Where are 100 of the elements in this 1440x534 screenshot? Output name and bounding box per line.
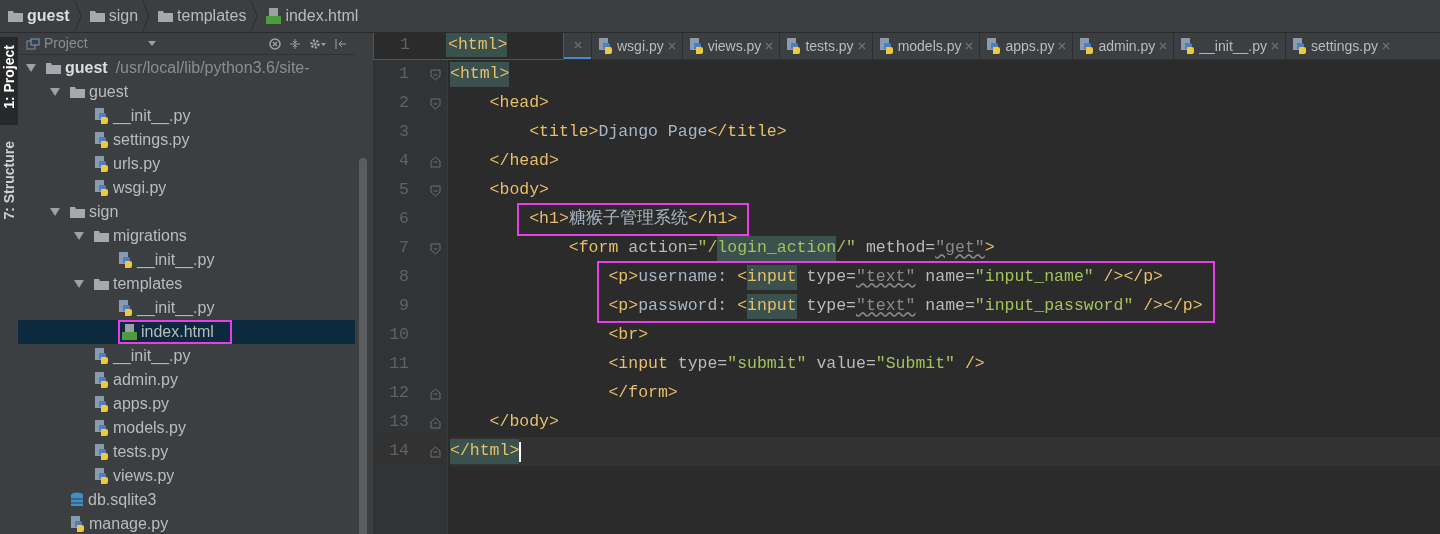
file-name: migrations xyxy=(113,226,187,246)
fold-marker-icon[interactable] xyxy=(429,242,441,255)
file-name: settings.py xyxy=(113,130,190,150)
breadcrumb-item[interactable]: guest xyxy=(27,4,70,28)
line-number: 1 xyxy=(399,33,411,56)
code-line: </body> xyxy=(488,411,560,434)
code-line: <input type="submit" value="Submit" /> xyxy=(607,353,986,376)
hide-panel-icon[interactable] xyxy=(335,37,347,50)
close-icon[interactable] xyxy=(1381,42,1390,50)
tree-item[interactable]: __init__.py xyxy=(18,296,355,320)
tool-window-tab[interactable]: 7: Structure xyxy=(0,132,18,236)
tree-item[interactable]: tests.py xyxy=(18,440,355,464)
tree-item[interactable]: models.py xyxy=(18,416,355,440)
close-icon[interactable] xyxy=(1058,42,1067,50)
tree-item[interactable]: sign xyxy=(18,200,355,224)
fold-marker-icon[interactable] xyxy=(429,97,441,110)
tree-item[interactable]: index.html xyxy=(18,320,355,344)
tree-item[interactable]: __init__.py xyxy=(18,248,355,272)
breadcrumb-item[interactable]: index.html xyxy=(285,4,359,28)
tree-item[interactable]: __init__.py xyxy=(18,344,355,368)
tree-item[interactable]: __init__.py xyxy=(18,104,355,128)
python-file-icon xyxy=(1079,38,1095,54)
python-file-icon xyxy=(1180,38,1196,54)
breadcrumb-item[interactable]: sign xyxy=(108,4,139,28)
file-name: urls.py xyxy=(113,154,161,174)
file-name: guest xyxy=(89,82,129,102)
expand-arrow-icon[interactable] xyxy=(26,64,36,72)
code-line: <br> xyxy=(607,324,650,347)
file-name: __init__.py xyxy=(113,106,191,127)
close-icon[interactable] xyxy=(1159,42,1168,50)
fold-marker-icon[interactable] xyxy=(429,155,441,168)
close-icon[interactable] xyxy=(857,42,866,50)
editor-tab[interactable]: settings.py xyxy=(1285,33,1396,59)
editor-tab[interactable]: models.py xyxy=(871,33,980,59)
code-line: </form> xyxy=(607,382,679,405)
tree-item[interactable]: views.py xyxy=(18,464,355,488)
python-file-icon xyxy=(878,38,894,54)
tree-item[interactable]: templates xyxy=(18,272,355,296)
tree-item[interactable]: urls.py xyxy=(18,152,355,176)
fold-marker-icon[interactable] xyxy=(429,445,441,458)
tree-item[interactable]: settings.py xyxy=(18,128,355,152)
fold-marker-icon[interactable] xyxy=(429,184,441,197)
file-name: wsgi.py xyxy=(113,178,167,198)
file-name: __init__.py xyxy=(113,346,191,367)
folder-icon xyxy=(8,10,23,22)
code-line: <p>password: <input type="text" name="input_password" /></p> xyxy=(608,292,1203,321)
python-file-icon xyxy=(118,252,133,268)
file-name: manage.py xyxy=(89,514,169,534)
tree-item[interactable]: migrations xyxy=(18,224,355,248)
python-file-icon xyxy=(1292,38,1307,54)
close-icon[interactable] xyxy=(667,42,676,50)
expand-arrow-icon[interactable] xyxy=(50,208,60,216)
close-icon[interactable] xyxy=(765,42,774,50)
tree-item[interactable]: manage.py xyxy=(18,512,355,534)
tree-item[interactable]: wsgi.py xyxy=(18,176,355,200)
locate-icon[interactable] xyxy=(269,37,281,50)
file-path: /usr/local/lib/python3.6/site- xyxy=(115,58,310,78)
file-name: models.py xyxy=(113,418,186,438)
tree-item[interactable]: guest xyxy=(18,80,355,104)
python-file-icon xyxy=(70,516,85,532)
editor-tab[interactable]: __init__.py xyxy=(1173,33,1285,59)
fold-marker-icon[interactable] xyxy=(429,387,441,400)
editor-tab[interactable]: tests.py xyxy=(779,33,872,59)
tool-window-tab[interactable]: 1: Project xyxy=(0,37,18,125)
editor-tab[interactable]: wsgi.py xyxy=(591,33,682,59)
python-file-icon xyxy=(94,372,109,388)
tree-item[interactable]: admin.py xyxy=(18,368,355,392)
file-name: tests.py xyxy=(113,442,169,462)
code-line: </head> xyxy=(488,150,560,173)
folder-icon xyxy=(70,86,85,98)
tree-item[interactable]: db.sqlite3 xyxy=(18,488,355,512)
python-file-icon xyxy=(94,444,109,460)
settings-icon[interactable] xyxy=(309,37,327,50)
file-name: views.py xyxy=(113,466,175,486)
dropdown-caret-icon[interactable] xyxy=(147,41,156,46)
python-file-icon xyxy=(598,38,613,54)
expand-arrow-icon[interactable] xyxy=(50,88,60,96)
close-icon[interactable] xyxy=(1271,42,1279,50)
editor-tab[interactable]: admin.py xyxy=(1072,33,1174,59)
tree-item[interactable]: guest /usr/local/lib/python3.6/site- xyxy=(18,56,355,80)
python-file-icon xyxy=(786,38,802,54)
html-file-icon xyxy=(266,8,282,24)
scrollbar[interactable] xyxy=(359,158,367,534)
editor-tab[interactable]: apps.py xyxy=(979,33,1073,59)
tree-item[interactable]: apps.py xyxy=(18,392,355,416)
editor-tab[interactable]: views.py xyxy=(681,33,780,59)
expand-arrow-icon[interactable] xyxy=(74,280,84,288)
folder-icon xyxy=(70,206,85,218)
close-icon[interactable] xyxy=(573,41,582,49)
close-icon[interactable] xyxy=(965,42,974,50)
folder-icon xyxy=(89,10,105,22)
file-name: sign xyxy=(89,202,119,222)
expand-arrow-icon[interactable] xyxy=(74,232,84,240)
fold-marker-icon[interactable] xyxy=(429,68,441,81)
folder-icon xyxy=(46,62,61,74)
breadcrumb-item[interactable]: templates xyxy=(177,4,247,28)
fold-marker-icon[interactable] xyxy=(429,416,441,429)
project-view-icon xyxy=(26,37,40,50)
collapse-icon[interactable] xyxy=(289,37,301,50)
code-line: <html> xyxy=(450,60,1440,89)
